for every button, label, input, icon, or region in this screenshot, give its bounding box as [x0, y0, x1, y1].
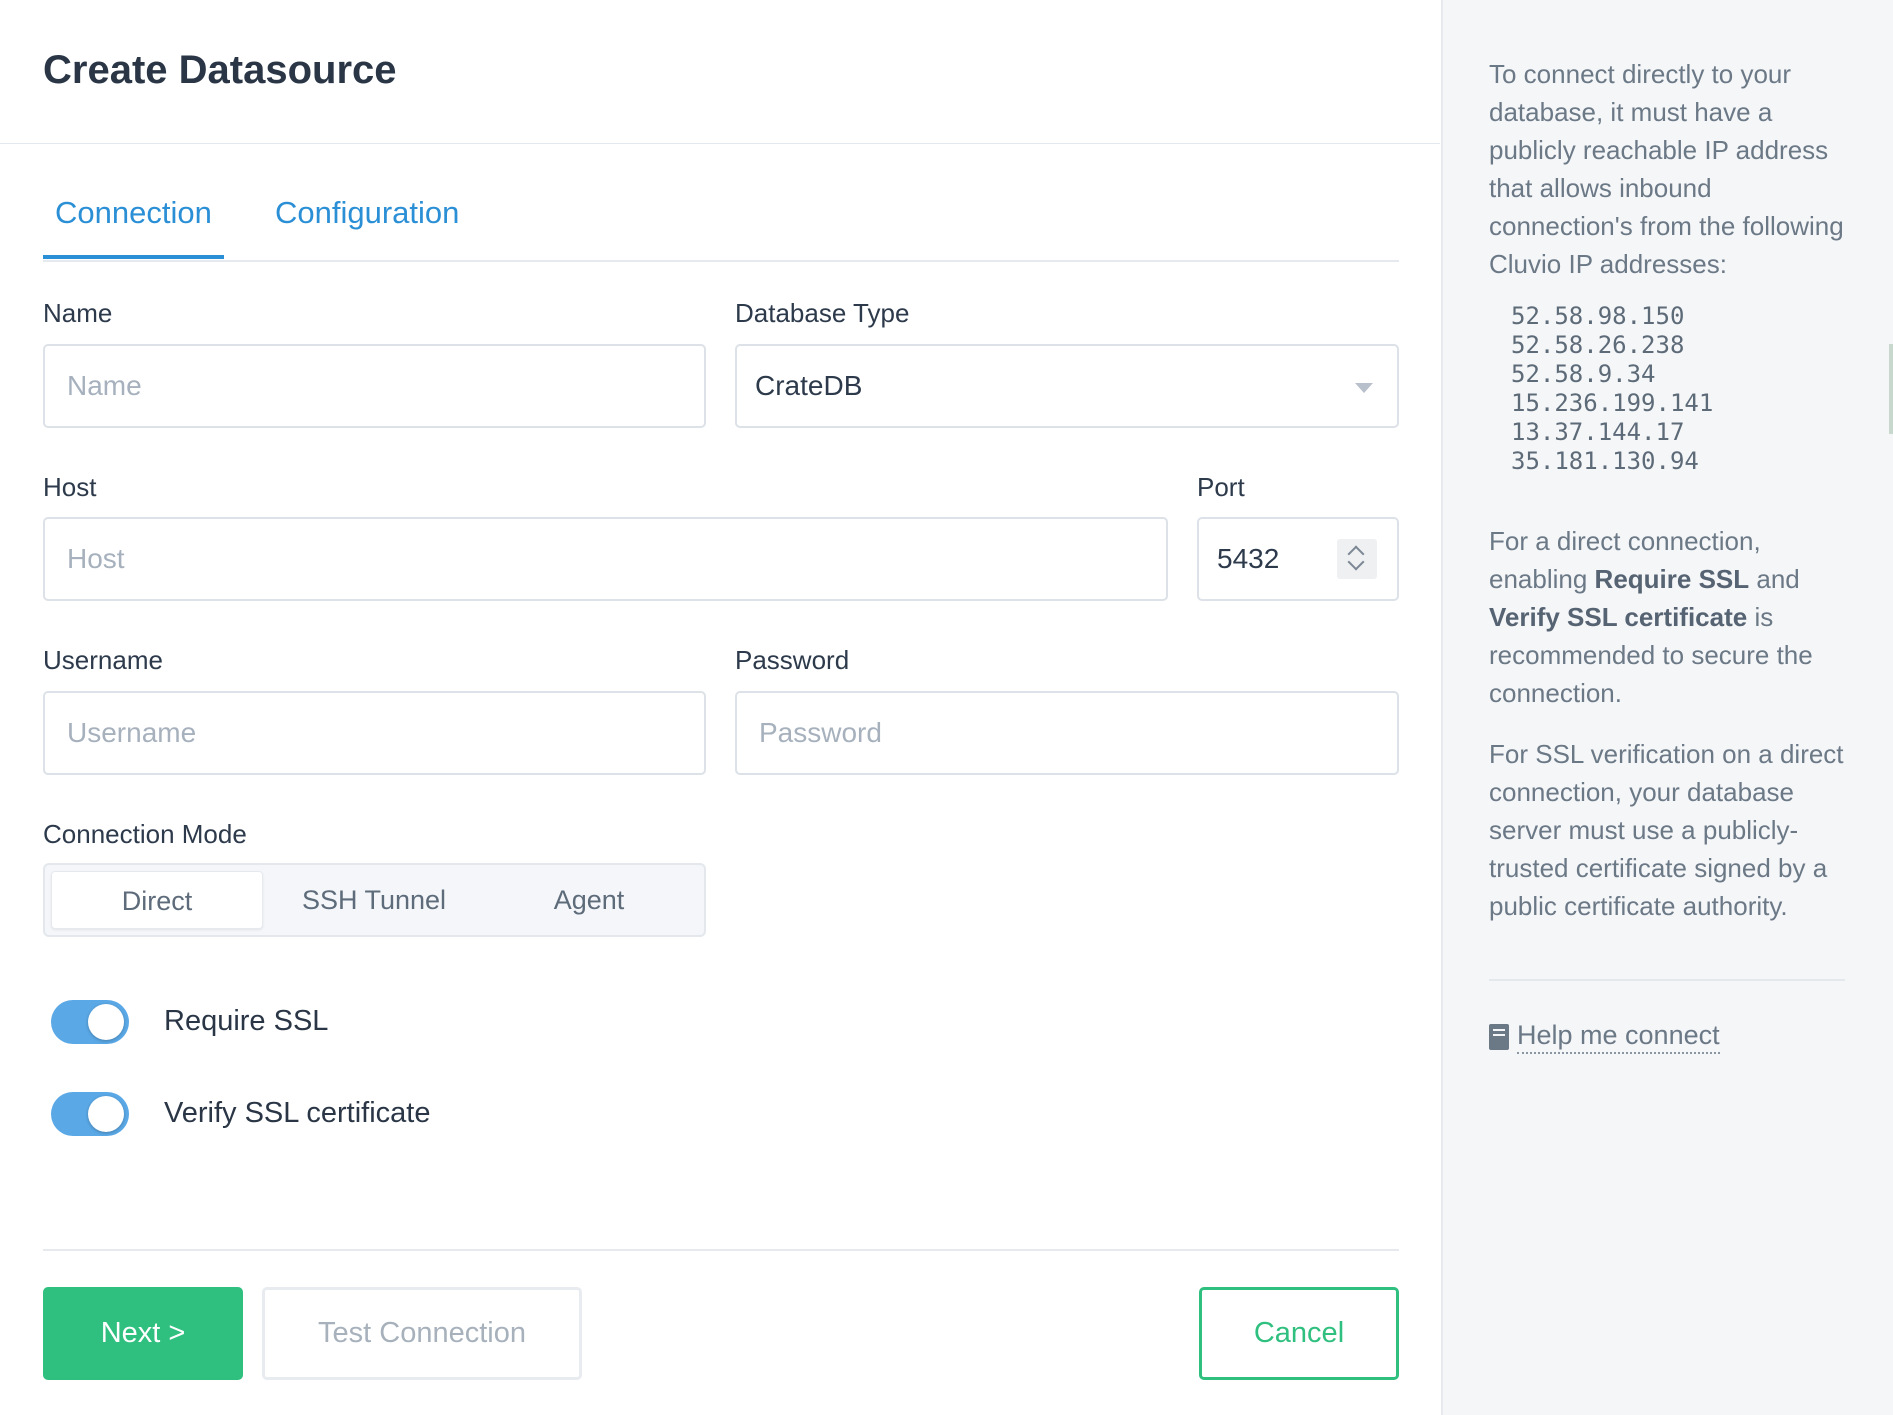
mode-ssh-tunnel[interactable]: SSH Tunnel — [268, 871, 480, 929]
name-input[interactable] — [43, 344, 706, 428]
port-value: 5432 — [1217, 543, 1280, 574]
ip-address: 52.58.26.238 — [1511, 331, 1685, 359]
verify-ssl-toggle[interactable] — [51, 1092, 129, 1136]
ssl-note-text: and — [1749, 564, 1800, 594]
ip-address: 35.181.130.94 — [1511, 447, 1699, 475]
book-icon — [1489, 1024, 1509, 1050]
verify-ssl-label: Verify SSL certificate — [164, 1097, 431, 1129]
test-connection-button[interactable]: Test Connection — [262, 1287, 582, 1380]
tab-configuration[interactable]: Configuration — [275, 195, 459, 231]
tab-bar: Connection Configuration — [43, 180, 1399, 262]
chevron-down-icon — [1355, 383, 1373, 393]
host-input[interactable] — [43, 517, 1168, 601]
mode-direct[interactable]: Direct — [51, 871, 263, 929]
database-type-select[interactable]: CrateDB — [735, 344, 1399, 428]
ssl-note-require-ssl: Require SSL — [1594, 564, 1750, 594]
connection-mode-label: Connection Mode — [43, 819, 247, 849]
header: Create Datasource — [0, 0, 1440, 144]
port-label: Port — [1197, 472, 1245, 502]
sidebar-divider — [1489, 979, 1845, 981]
sidebar-verification-note: For SSL verification on a direct connect… — [1489, 739, 1844, 921]
name-label: Name — [43, 298, 113, 328]
port-input[interactable]: 5432 — [1197, 517, 1399, 601]
main-panel: Create Datasource Connection Configurati… — [0, 0, 1440, 1415]
next-button[interactable]: Next > — [43, 1287, 243, 1380]
ssl-note-verify-ssl: Verify SSL certificate — [1489, 602, 1748, 632]
password-label: Password — [735, 645, 850, 675]
password-input[interactable] — [735, 691, 1399, 775]
ip-address: 13.37.144.17 — [1511, 418, 1685, 446]
ip-address: 15.236.199.141 — [1511, 389, 1714, 417]
require-ssl-label: Require SSL — [164, 1005, 329, 1037]
ip-address: 52.58.98.150 — [1511, 302, 1685, 330]
database-type-label: Database Type — [735, 298, 910, 328]
page-title: Create Datasource — [43, 48, 397, 92]
stepper-icon[interactable] — [1337, 539, 1377, 579]
help-me-connect-link[interactable]: Help me connect — [1489, 1020, 1720, 1054]
help-sidebar: To connect directly to your database, it… — [1441, 0, 1893, 1415]
tab-connection[interactable]: Connection — [43, 195, 224, 259]
database-type-value: CrateDB — [755, 370, 863, 401]
require-ssl-toggle[interactable] — [51, 1000, 129, 1044]
username-label: Username — [43, 645, 163, 675]
mode-agent[interactable]: Agent — [483, 871, 695, 929]
ip-address-list: 52.58.98.150 52.58.26.238 52.58.9.34 15.… — [1511, 302, 1713, 476]
username-input[interactable] — [43, 691, 706, 775]
sidebar-ssl-note: For a direct connection, enabling Requir… — [1489, 522, 1859, 712]
help-link-label: Help me connect — [1517, 1020, 1720, 1054]
scrollbar[interactable] — [1889, 344, 1893, 434]
cancel-button[interactable]: Cancel — [1199, 1287, 1399, 1380]
ip-address: 52.58.9.34 — [1511, 360, 1656, 388]
host-label: Host — [43, 472, 97, 502]
footer-divider — [43, 1249, 1399, 1251]
connection-mode-segmented: Direct SSH Tunnel Agent — [43, 863, 706, 937]
sidebar-intro: To connect directly to your database, it… — [1489, 59, 1844, 279]
